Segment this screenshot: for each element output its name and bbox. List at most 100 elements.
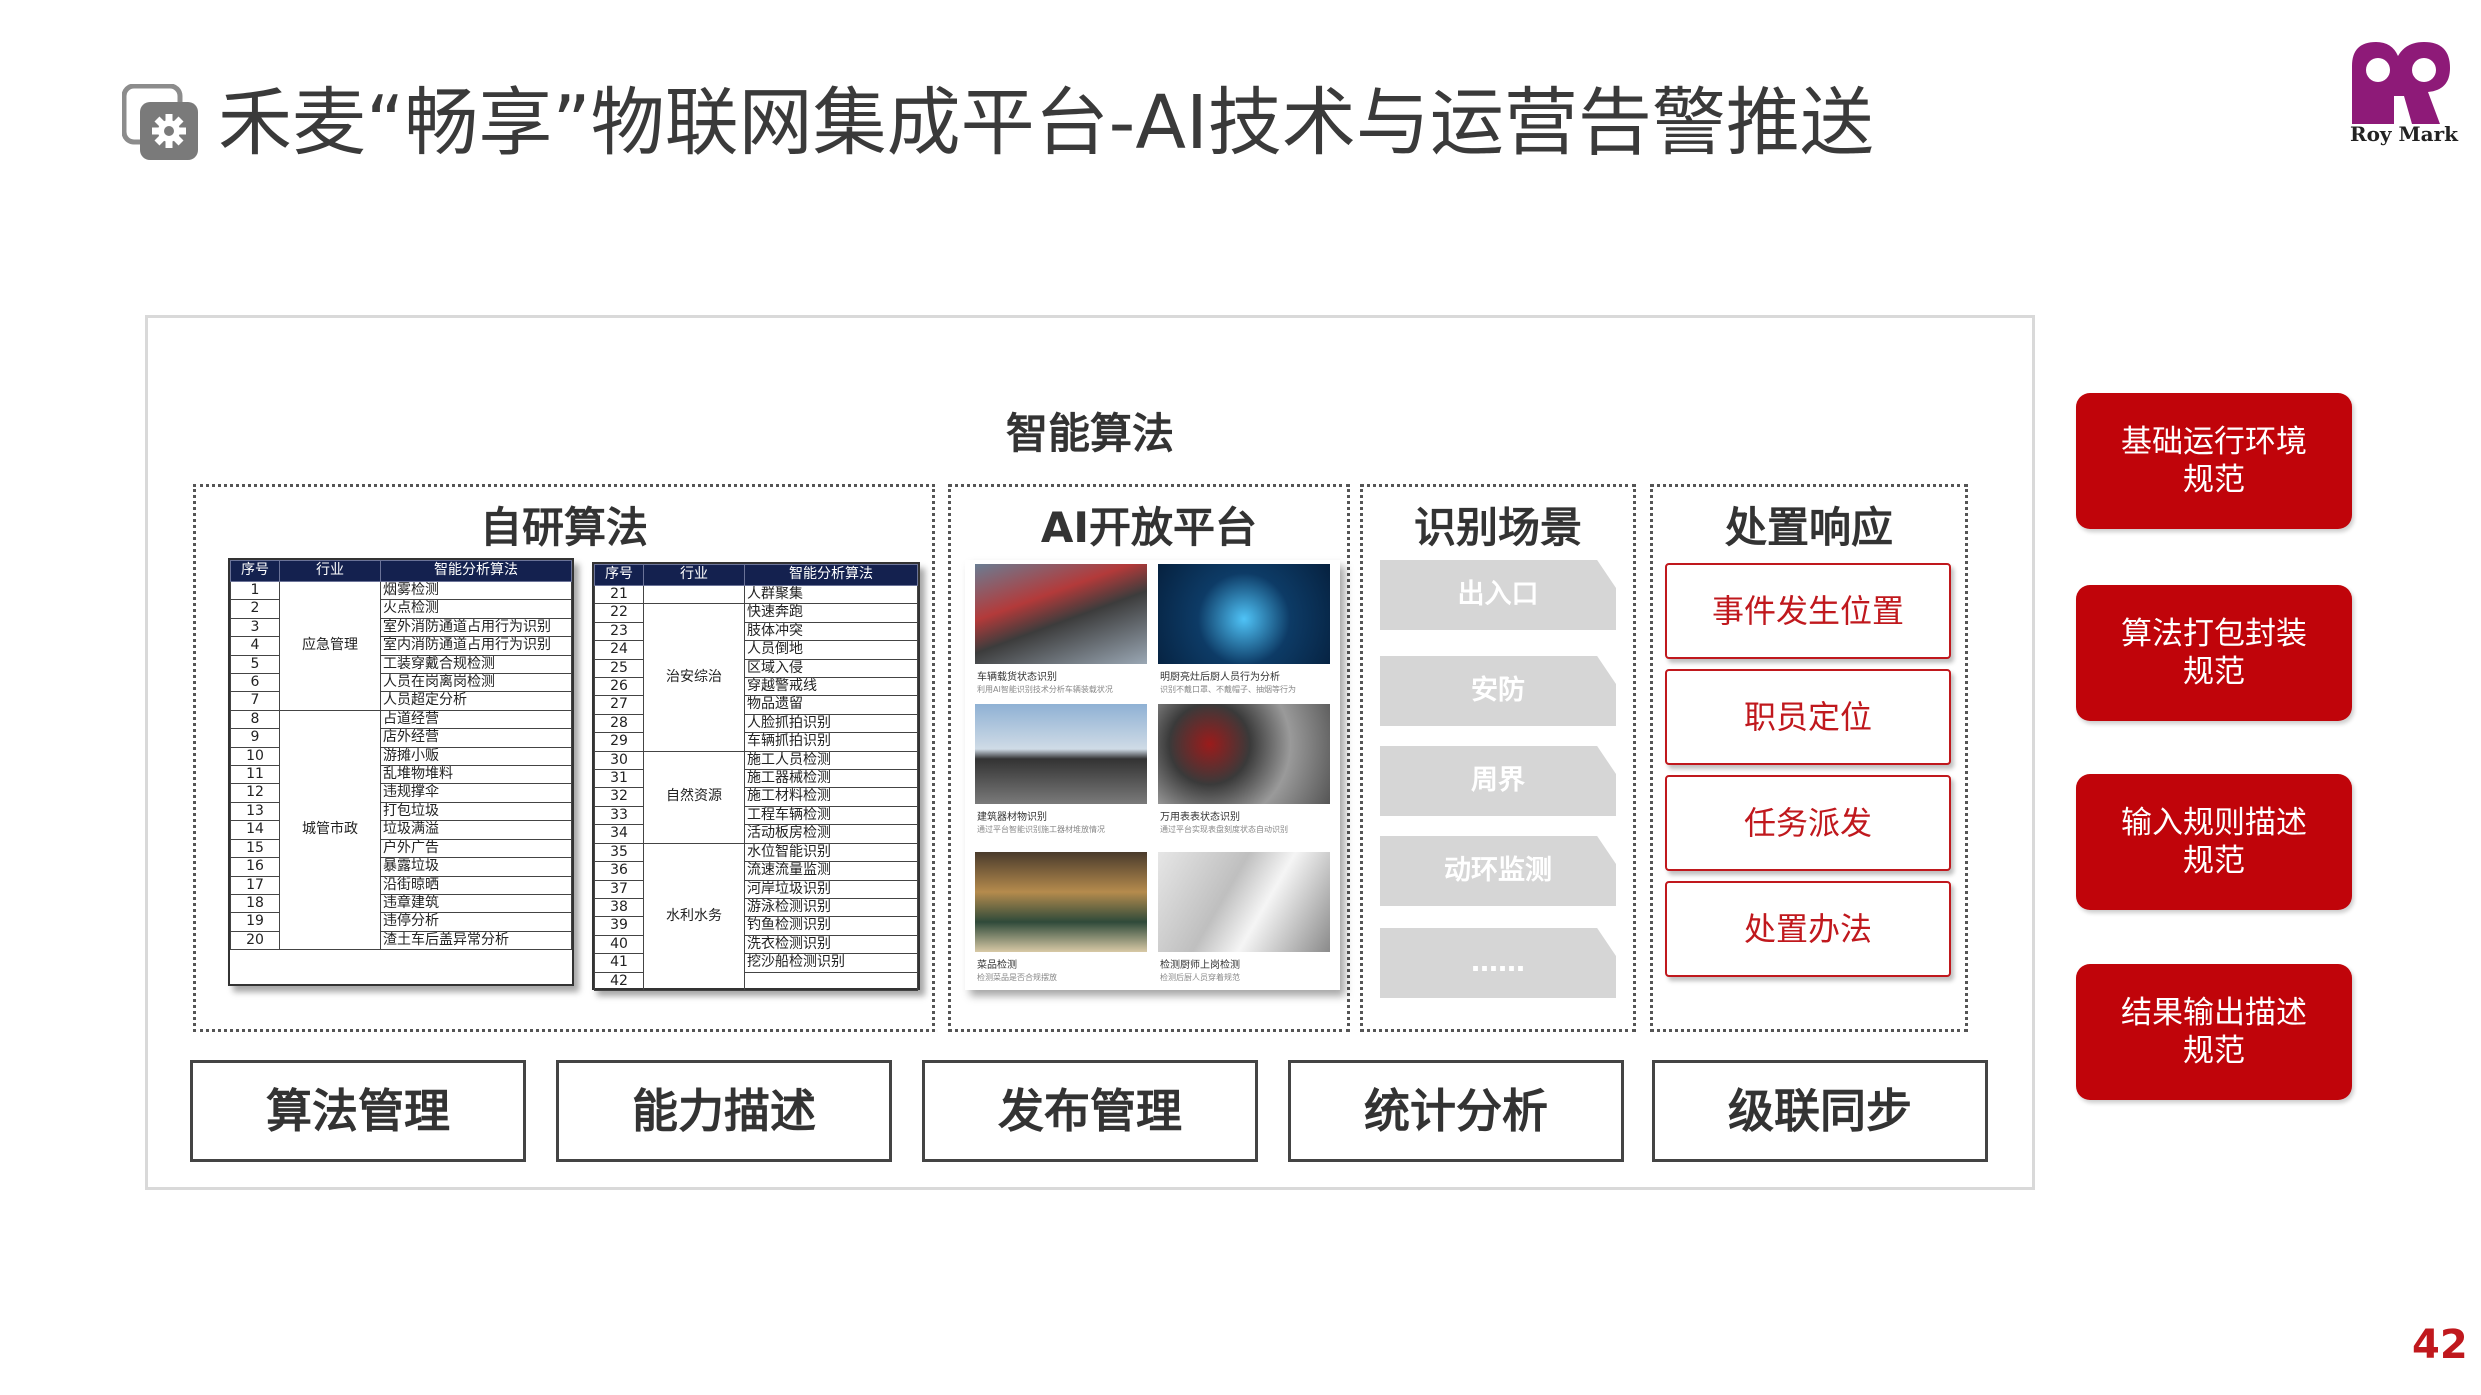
cascade-sync-button[interactable]: 级联同步 [1652,1060,1988,1162]
scene-environment-monitoring[interactable]: 动环监测 [1380,836,1616,906]
row-index: 25 [594,658,644,679]
th-industry: 行业 [643,564,745,586]
table-row: 37 河岸垃圾识别 [594,879,918,899]
response-event-location[interactable]: 事件发生位置 [1665,563,1951,659]
row-algorithm: 快速奔跑 [744,603,918,623]
row-index: 20 [230,930,280,951]
response-task-dispatch[interactable]: 任务派发 [1665,775,1951,871]
row-index: 13 [230,801,280,822]
table-row: 39 钓鱼检测识别 [594,916,918,936]
table-row: 31 施工器械检测 [594,769,918,789]
row-algorithm: 洗衣检测识别 [744,934,918,955]
row-algorithm: 渣土车后盖异常分析 [380,930,572,951]
table-row: 22 治安综治 快速奔跑 [594,603,918,752]
table-row: 24 人员倒地 [594,640,918,660]
panel-title-ai: AI开放平台 [1040,503,1258,552]
scene-entrance[interactable]: 出入口 [1380,560,1616,630]
ai-card-sub: 利用AI智能识别技术分析车辆装载状况 [977,685,1113,694]
row-algorithm: 物品遗留 [744,695,918,715]
algorithm-management-button[interactable]: 算法管理 [190,1060,526,1162]
table-row: 40 洗衣检测识别 [594,934,918,955]
runtime-environment-spec-button[interactable]: 基础运行环境 规范 [2076,393,2352,529]
row-index: 35 [594,842,644,863]
table-row: 30 自然资源 施工人员检测 [594,750,918,844]
table-row: 26 穿越警戒线 [594,677,918,697]
row-index: 15 [230,838,280,859]
row-index: 21 [594,584,644,605]
row-algorithm: 户外广告 [380,838,572,859]
table-row: 27 物品遗留 [594,695,918,715]
ai-card-caption: 车辆载货状态识别 [977,672,1057,683]
row-algorithm: 暴露垃圾 [380,857,572,877]
row-algorithm: 占道经营 [380,709,572,730]
table-row: 32 施工材料检测 [594,787,918,807]
row-index: 28 [594,713,644,734]
table-row: 8 城管市政 占道经营 [230,709,572,951]
scene-security[interactable]: 安防 [1380,656,1616,726]
row-index: 42 [594,971,644,991]
row-index: 38 [594,897,644,918]
scene-more[interactable]: …… [1380,928,1616,998]
table-row: 34 活动板房检测 [594,824,918,844]
ai-card-caption: 菜品检测 [977,960,1017,971]
table-row: 41 挖沙船检测识别 [594,953,918,973]
row-algorithm: 违停分析 [380,912,572,932]
table-row: 35 水利水务 水位智能识别 [594,842,918,991]
row-index: 19 [230,912,280,932]
row-index: 30 [594,750,644,771]
table-row: 28 人脸抓拍识别 [594,713,918,734]
row-index: 24 [594,640,644,660]
row-algorithm: 活动板房检测 [744,824,918,844]
row-index: 14 [230,820,280,840]
row-algorithm: 店外经营 [380,728,572,748]
statistical-analysis-button[interactable]: 统计分析 [1288,1060,1624,1162]
input-rule-spec-button[interactable]: 输入规则描述 规范 [2076,774,2352,910]
panel-title-response: 处置响应 [1724,503,1893,552]
panel-title-scene: 识别场景 [1413,503,1582,552]
ai-card-caption: 建筑器材物识别 [977,812,1047,823]
row-industry: 城管市政 [279,709,381,951]
page-title: 禾麦“畅享”物联网集成平台-AI技术与运营告警推送 [218,80,1874,166]
row-algorithm: 打包垃圾 [380,801,572,822]
row-index: 16 [230,857,280,877]
row-algorithm: 水位智能识别 [744,842,918,863]
table-row: 42 [594,971,918,991]
th-industry: 行业 [279,560,381,582]
table-row: 29 车辆抓拍识别 [594,732,918,752]
table-row: 25 区域入侵 [594,658,918,679]
row-index: 27 [594,695,644,715]
row-algorithm: 流速流量监测 [744,861,918,881]
row-algorithm: 肢体冲突 [744,621,918,642]
capability-description-button[interactable]: 能力描述 [556,1060,892,1162]
row-algorithm [744,971,918,991]
row-algorithm: 车辆抓拍识别 [744,732,918,752]
row-algorithm: 工程车辆检测 [744,805,918,826]
release-management-button[interactable]: 发布管理 [922,1060,1258,1162]
row-algorithm: 施工人员检测 [744,750,918,771]
row-algorithm: 室内消防通道占用行为识别 [380,636,572,656]
row-index: 23 [594,621,644,642]
response-staff-location[interactable]: 职员定位 [1665,669,1951,765]
row-index: 41 [594,953,644,973]
row-algorithm: 人员超定分析 [380,691,572,711]
ai-card-caption: 检测厨师上岗检测 [1160,960,1240,971]
algorithm-packaging-spec-button[interactable]: 算法打包封装 规范 [2076,585,2352,721]
thumbnail-dishes [975,852,1147,952]
panel-title-self: 自研算法 [479,503,648,552]
row-index: 37 [594,879,644,899]
row-algorithm: 施工材料检测 [744,787,918,807]
algorithm-table-left: 序号 行业 智能分析算法 1 应急管理 烟雾检测 2 火点检测 3 室外消防通道占用行为识别… [228,558,574,986]
table-row: 36 流速流量监测 [594,861,918,881]
thumbnail-ai-chip [1158,564,1330,664]
row-index: 29 [594,732,644,752]
response-handling-method[interactable]: 处置办法 [1665,881,1951,977]
row-index: 18 [230,893,280,914]
scene-perimeter[interactable]: 周界 [1380,746,1616,816]
table-row: 1 应急管理 烟雾检测 [230,580,572,711]
output-result-spec-button[interactable]: 结果输出描述 规范 [2076,964,2352,1100]
row-index: 39 [594,916,644,936]
row-algorithm: 乱堆物堆料 [380,765,572,785]
row-index: 22 [594,603,644,623]
thumbnail-construction [975,704,1147,804]
row-algorithm: 挖沙船检测识别 [744,953,918,973]
